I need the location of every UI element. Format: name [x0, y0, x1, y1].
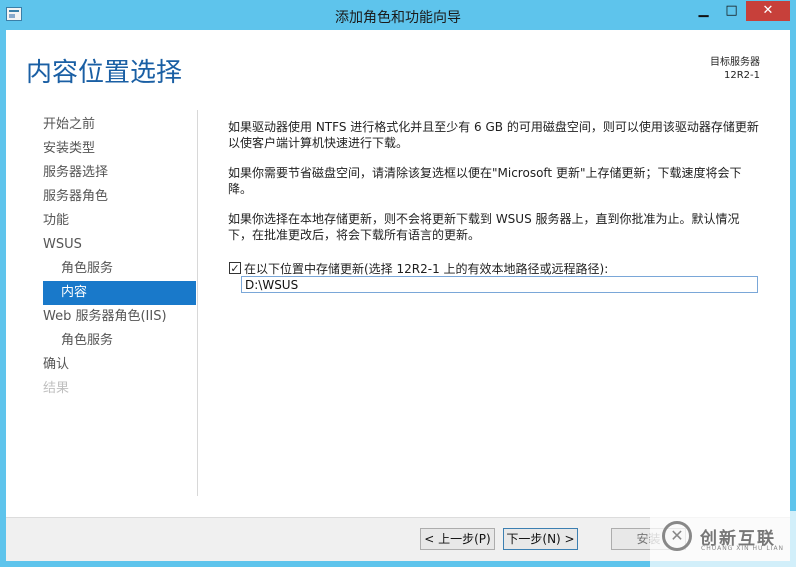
destination-server-name: 12R2-1 [723, 70, 760, 81]
page-title: 内容位置选择 [26, 58, 183, 88]
nav-step-item[interactable]: WSUS [43, 233, 196, 257]
title-bar: 添加角色和功能向导 ▁ □ ✕ [0, 0, 796, 30]
window-title: 添加角色和功能向导 [335, 10, 461, 26]
nav-step-item: 结果 [43, 381, 70, 396]
store-updates-label[interactable]: 在以下位置中存储更新(选择 12R2-1 上的有效本地路径或远程路径): [244, 260, 608, 277]
nav-step-item[interactable]: 安装类型 [43, 137, 196, 161]
description-ntfs: 如果驱动器使用 NTFS 进行格式化并且至少有 6 GB 的可用磁盘空间，则可以… [228, 120, 759, 150]
next-button[interactable]: 下一步(N) > [503, 528, 578, 550]
description-local-storage: 如果你选择在本地存储更新，则不会将更新下载到 WSUS 服务器上，直到你批准为止… [228, 212, 740, 242]
previous-button[interactable]: < 上一步(P) [420, 528, 495, 550]
maximize-button[interactable]: □ [718, 1, 745, 21]
nav-step-item[interactable]: 角色服务 [43, 329, 196, 353]
destination-server: 目标服务器 12R2-1 [710, 56, 760, 82]
nav-step-item[interactable]: 功能 [43, 209, 196, 233]
nav-step-item[interactable]: 确认 [43, 353, 196, 377]
nav-step-item[interactable]: 内容 [43, 281, 196, 305]
content-path-input[interactable] [241, 276, 758, 293]
nav-step-item[interactable]: 角色服务 [43, 257, 196, 281]
store-updates-checkbox[interactable]: ✓ [229, 262, 241, 274]
description-disk-space: 如果你需要节省磁盘空间，请清除该复选框以便在"Microsoft 更新"上存储更… [228, 166, 742, 196]
watermark-subtext: CHUANG XIN HU LIAN [701, 545, 785, 552]
minimize-button[interactable]: ▁ [690, 1, 717, 21]
destination-server-label: 目标服务器 [710, 57, 760, 68]
nav-step-item[interactable]: 服务器角色 [43, 185, 196, 209]
watermark-logo-icon: ✕ [662, 521, 692, 551]
wizard-steps-nav: 开始之前 安装类型 服务器选择 服务器角色 功能 WSUS 角色服务 内容 Web 服务器角色(… [43, 113, 196, 401]
close-button[interactable]: ✕ [746, 1, 790, 21]
nav-step-item[interactable]: 开始之前 [43, 113, 196, 137]
wizard-content: 内容位置选择 目标服务器 12R2-1 开始之前 安装类型 服务器选择 服务器角色 功能… [6, 30, 790, 517]
nav-step-item[interactable]: 服务器选择 [43, 161, 196, 185]
nav-step-item[interactable]: Web 服务器角色(IIS) [43, 305, 196, 329]
nav-divider [197, 110, 198, 496]
